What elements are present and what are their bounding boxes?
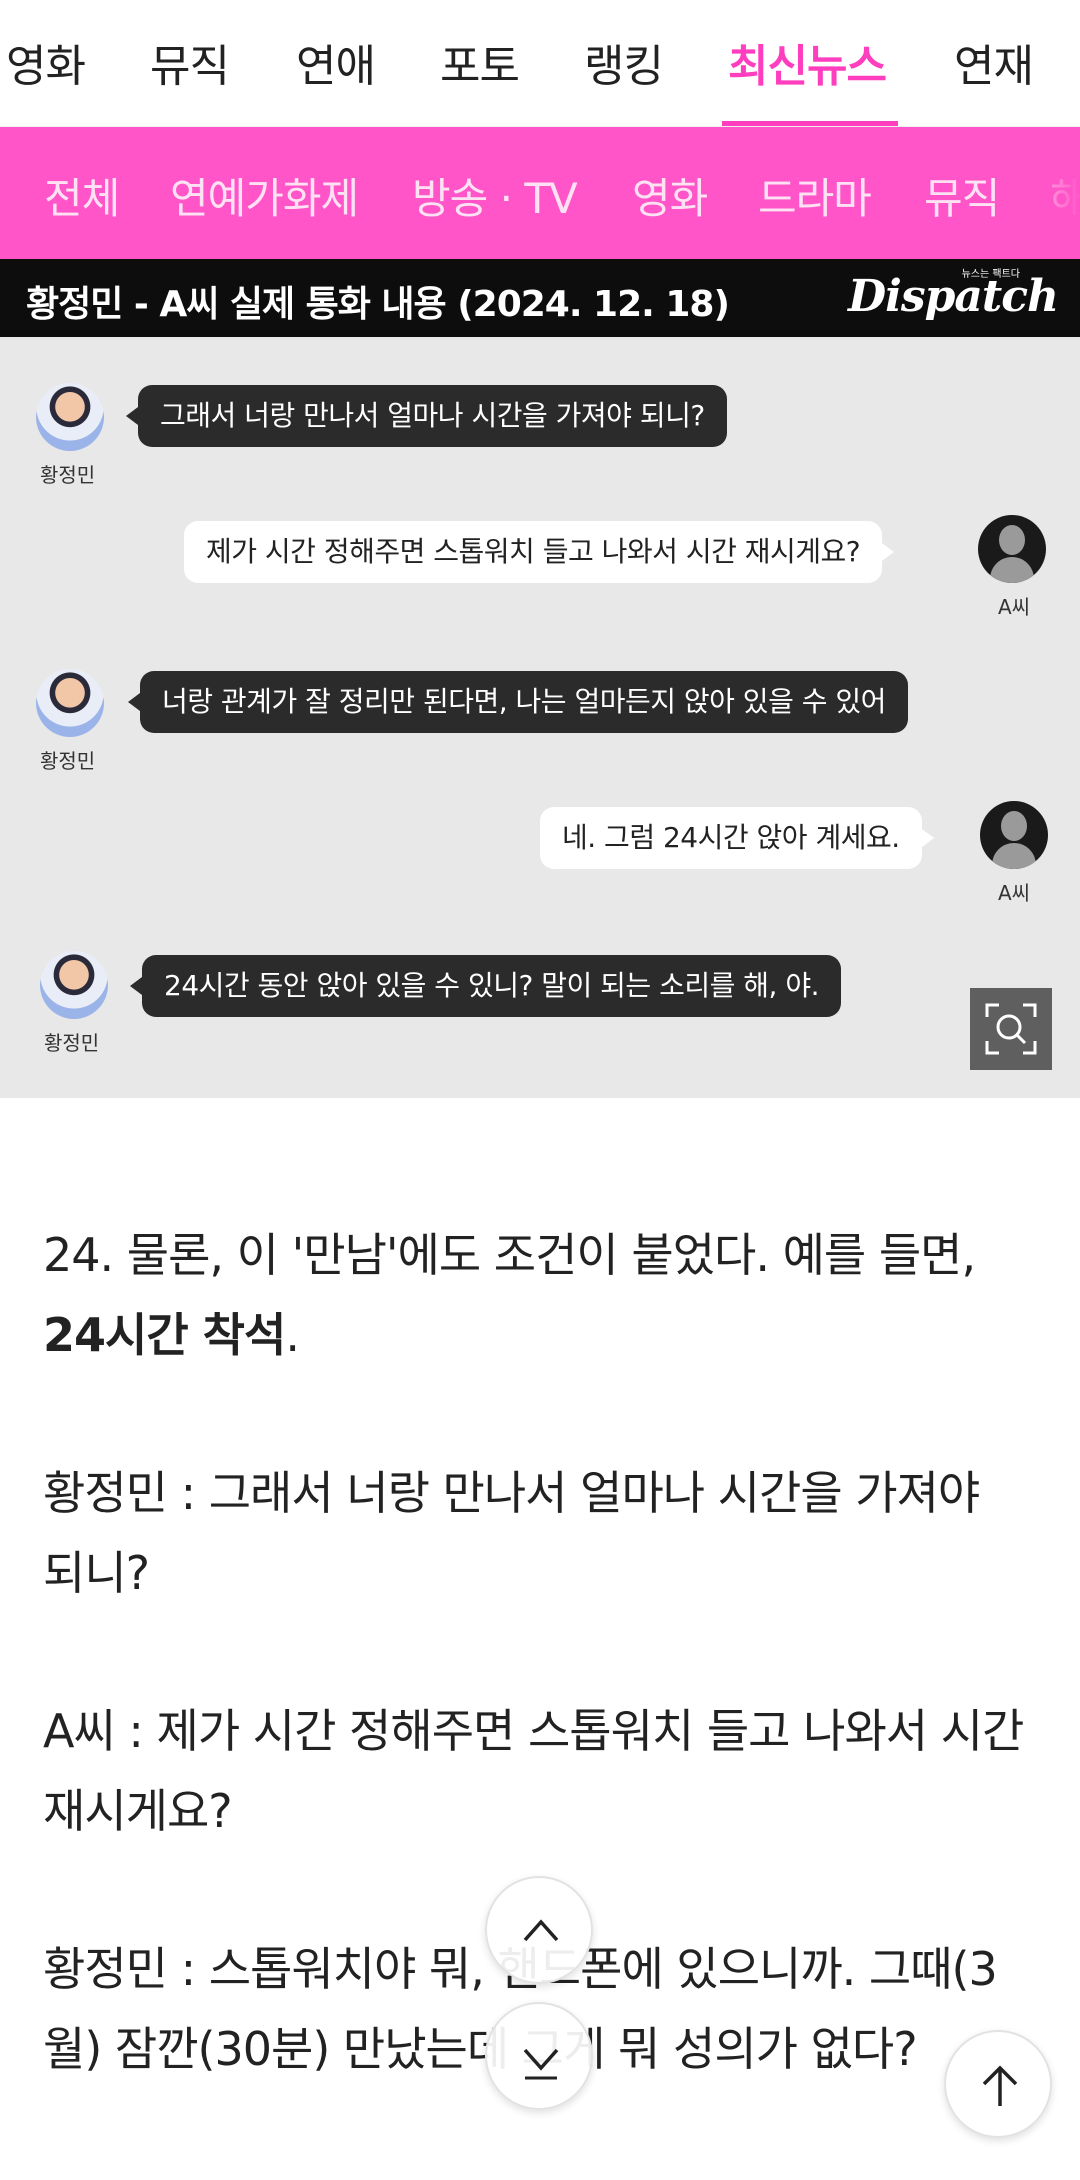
back-to-top-button[interactable] bbox=[944, 2030, 1052, 2138]
avatar-hwang bbox=[36, 383, 104, 451]
top-nav-item-ranking[interactable]: 랭킹 bbox=[584, 30, 664, 94]
top-nav-item-latest-news[interactable]: 최신뉴스 bbox=[728, 30, 887, 94]
image-header: 황정민 - A씨 실제 통화 내용 (2024. 12. 18) 뉴스는 팩트다… bbox=[0, 259, 1080, 337]
chat-bubble: 24시간 동안 앉아 있을 수 있니? 말이 되는 소리를 해, 야. bbox=[130, 955, 841, 1017]
sub-nav-fade bbox=[1010, 127, 1080, 259]
chat-bubble: 너랑 관계가 잘 정리만 된다면, 나는 얼마든지 앉아 있을 수 있어 bbox=[128, 671, 908, 733]
speaker-label: A씨 bbox=[998, 881, 1031, 905]
article-bold-text: 24시간 착석 bbox=[43, 1308, 286, 1362]
speaker-label: 황정민 bbox=[40, 749, 96, 773]
dispatch-logo: Dispatch bbox=[847, 271, 1059, 322]
avatar-hwang bbox=[36, 669, 104, 737]
sub-nav: 전체 연예가화제 방송 · TV 영화 드라마 뮤직 해 bbox=[0, 127, 1080, 259]
zoom-image-button[interactable] bbox=[970, 988, 1052, 1070]
avatar-hwang bbox=[40, 951, 108, 1019]
scroll-up-button[interactable] bbox=[485, 1876, 593, 1984]
avatar-anonymous bbox=[980, 801, 1048, 869]
chat-bubble: 그래서 너랑 만나서 얼마나 시간을 가져야 되니? bbox=[126, 385, 727, 447]
sub-nav-item-drama[interactable]: 드라마 bbox=[758, 165, 872, 226]
top-nav-item-photo[interactable]: 포토 bbox=[440, 30, 520, 94]
scroll-down-button[interactable] bbox=[485, 2002, 593, 2110]
sub-nav-item-entertainment[interactable]: 연예가화제 bbox=[170, 165, 359, 226]
sub-nav-item-all[interactable]: 전체 bbox=[44, 165, 120, 226]
image-title: 황정민 - A씨 실제 통화 내용 (2024. 12. 18) bbox=[26, 284, 730, 325]
sub-nav-item-movie[interactable]: 영화 bbox=[632, 165, 708, 226]
active-tab-indicator bbox=[722, 121, 898, 126]
top-nav-item-music[interactable]: 뮤직 bbox=[150, 30, 230, 94]
chat-bubble: 네. 그럼 24시간 앉아 계세요. bbox=[540, 807, 934, 869]
article-image[interactable]: 황정민 - A씨 실제 통화 내용 (2024. 12. 18) 뉴스는 팩트다… bbox=[0, 259, 1080, 1098]
chat-bubble: 제가 시간 정해주면 스톱워치 들고 나와서 시간 재시게요? bbox=[184, 521, 895, 583]
top-nav-item-series[interactable]: 연재 bbox=[954, 30, 1034, 94]
top-nav-item-dating[interactable]: 연애 bbox=[296, 30, 376, 94]
speaker-label: 황정민 bbox=[40, 463, 96, 487]
top-nav: 영화 뮤직 연애 포토 랭킹 최신뉴스 연재 bbox=[0, 0, 1080, 127]
speaker-label: 황정민 bbox=[44, 1031, 100, 1055]
avatar-anonymous bbox=[978, 515, 1046, 583]
article-paragraph: 황정민 : 그래서 너랑 만나서 얼마나 시간을 가져야 되니? bbox=[43, 1466, 980, 1600]
speaker-label: A씨 bbox=[998, 595, 1031, 619]
sub-nav-item-music[interactable]: 뮤직 bbox=[924, 165, 1000, 226]
article-paragraph: A씨 : 제가 시간 정해주면 스톱워치 들고 나와서 시간 재시게요? bbox=[43, 1704, 1024, 1838]
sub-nav-item-broadcast-tv[interactable]: 방송 · TV bbox=[412, 165, 578, 226]
article-paragraph: 24. 물론, 이 '만남'에도 조건이 붙었다. 예를 들면, 24시간 착석… bbox=[43, 1228, 976, 1362]
top-nav-item-movie[interactable]: 영화 bbox=[6, 30, 86, 94]
